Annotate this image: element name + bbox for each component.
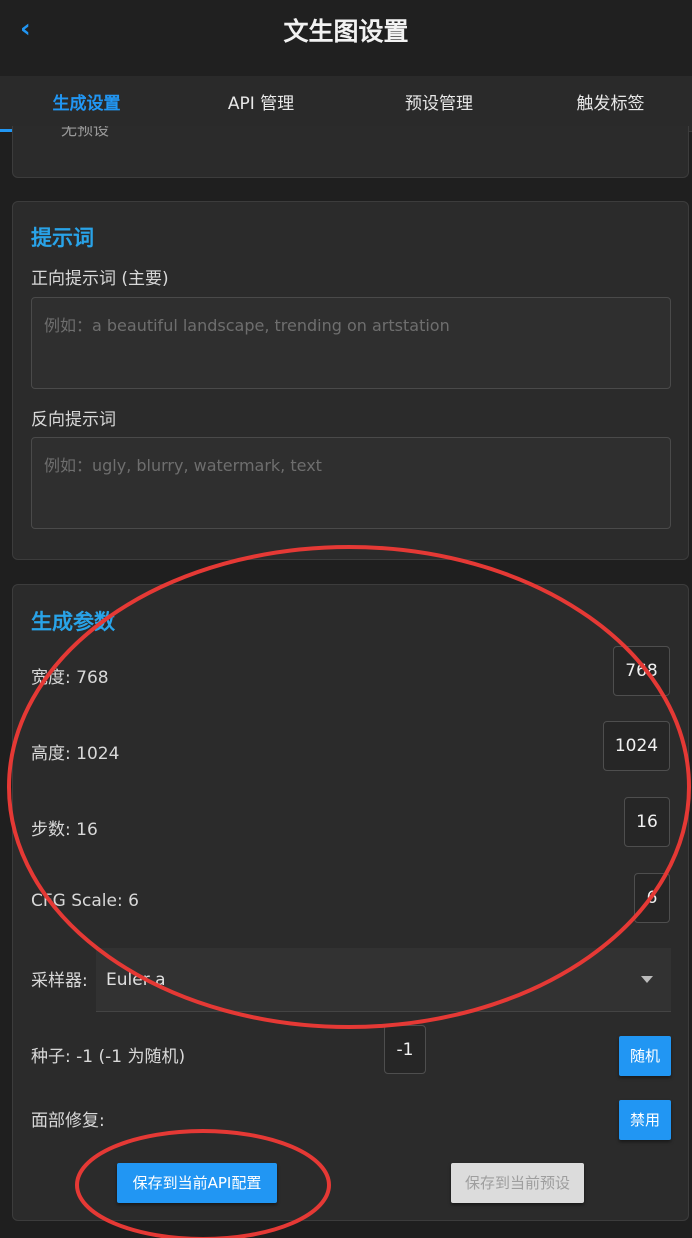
face-restore-toggle-button[interactable]: 禁用 bbox=[619, 1100, 671, 1140]
steps-label: 步数: 16 bbox=[31, 820, 98, 840]
save-to-api-config-button[interactable]: 保存到当前API配置 bbox=[117, 1163, 277, 1203]
prompts-section-title: 提示词 bbox=[31, 226, 94, 250]
preset-peek-text: 无预设 bbox=[61, 126, 110, 139]
steps-input[interactable]: 16 bbox=[624, 797, 670, 847]
generation-params-card: 生成参数 宽度: 768 768 高度: 1024 1024 步数: 16 16… bbox=[12, 584, 689, 1221]
params-section-title: 生成参数 bbox=[31, 610, 115, 634]
dropdown-arrow-icon bbox=[641, 976, 653, 983]
cfg-scale-input[interactable]: 6 bbox=[634, 873, 670, 923]
preset-card: 无预设 bbox=[12, 126, 689, 178]
positive-prompt-label: 正向提示词 (主要) bbox=[31, 269, 169, 289]
seed-input[interactable]: -1 bbox=[384, 1025, 426, 1074]
seed-label: 种子: -1 (-1 为随机) bbox=[31, 1047, 186, 1067]
tab-generation-settings[interactable]: 生成设置 bbox=[0, 76, 173, 132]
sampler-value: Euler a bbox=[106, 970, 166, 990]
width-input[interactable]: 768 bbox=[613, 646, 670, 696]
tab-bar: 生成设置 API 管理 预设管理 触发标签 bbox=[0, 76, 692, 132]
tab-preset-management[interactable]: 预设管理 bbox=[349, 76, 529, 132]
sampler-label: 采样器: bbox=[31, 971, 88, 991]
save-to-preset-button[interactable]: 保存到当前预设 bbox=[451, 1163, 584, 1203]
tab-trigger-tags[interactable]: 触发标签 bbox=[529, 76, 692, 132]
tab-api-management[interactable]: API 管理 bbox=[173, 76, 349, 132]
height-label: 高度: 1024 bbox=[31, 744, 120, 764]
cfg-scale-label: CFG Scale: 6 bbox=[31, 891, 139, 911]
negative-prompt-label: 反向提示词 bbox=[31, 410, 116, 430]
page-title: 文生图设置 bbox=[283, 17, 409, 46]
positive-prompt-input[interactable]: 例如：a beautiful landscape, trending on ar… bbox=[31, 297, 671, 389]
negative-prompt-input[interactable]: 例如：ugly, blurry, watermark, text bbox=[31, 437, 671, 529]
prompts-card: 提示词 正向提示词 (主要) 例如：a beautiful landscape,… bbox=[12, 201, 689, 560]
sampler-select[interactable]: Euler a bbox=[96, 948, 671, 1012]
app-header: ‹ 文生图设置 bbox=[0, 0, 692, 76]
random-seed-button[interactable]: 随机 bbox=[619, 1036, 671, 1076]
face-restore-label: 面部修复: bbox=[31, 1111, 105, 1131]
height-input[interactable]: 1024 bbox=[603, 721, 670, 771]
width-label: 宽度: 768 bbox=[31, 668, 109, 688]
